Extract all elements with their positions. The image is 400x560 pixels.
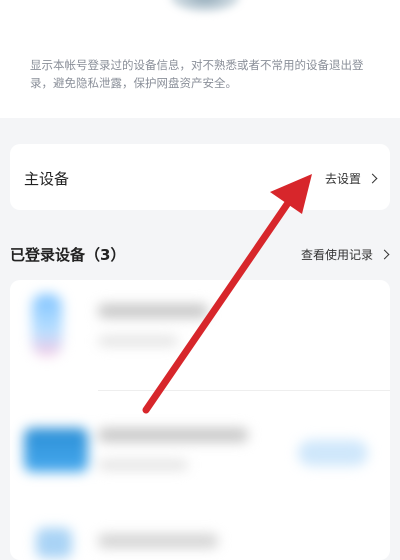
view-usage-records-link[interactable]: 查看使用记录 [300, 246, 390, 263]
go-settings-label: 去设置 [324, 172, 361, 186]
blurred-device-name [98, 428, 248, 442]
blurred-device-action-button[interactable] [298, 440, 368, 466]
blurred-device-detail [98, 336, 178, 346]
device-icon [36, 528, 72, 558]
logged-devices-title: 已登录设备（3） [10, 246, 126, 264]
top-panel: 显示本帐号登录过的设备信息，对不熟悉或者不常用的设备退出登录，避免隐私泄露，保护… [0, 0, 400, 118]
main-device-card[interactable]: 主设备 去设置 [10, 144, 390, 210]
logged-devices-header: 已登录设备（3） 查看使用记录 [0, 238, 400, 268]
phone-device-icon [32, 294, 62, 356]
blurred-device-name [98, 534, 218, 548]
chevron-right-icon [367, 173, 378, 184]
go-settings-link[interactable]: 去设置 [324, 170, 378, 187]
computer-device-icon [24, 428, 88, 472]
main-device-title: 主设备 [24, 170, 70, 188]
chevron-right-icon [379, 249, 390, 260]
divider [98, 390, 390, 391]
blurred-avatar-image [170, 0, 240, 12]
security-description: 显示本帐号登录过的设备信息，对不熟悉或者不常用的设备退出登录，避免隐私泄露，保护… [30, 58, 364, 90]
blurred-device-name [98, 304, 208, 318]
blurred-device-detail [98, 460, 188, 470]
device-list [10, 280, 390, 560]
view-usage-records-label: 查看使用记录 [300, 248, 373, 262]
